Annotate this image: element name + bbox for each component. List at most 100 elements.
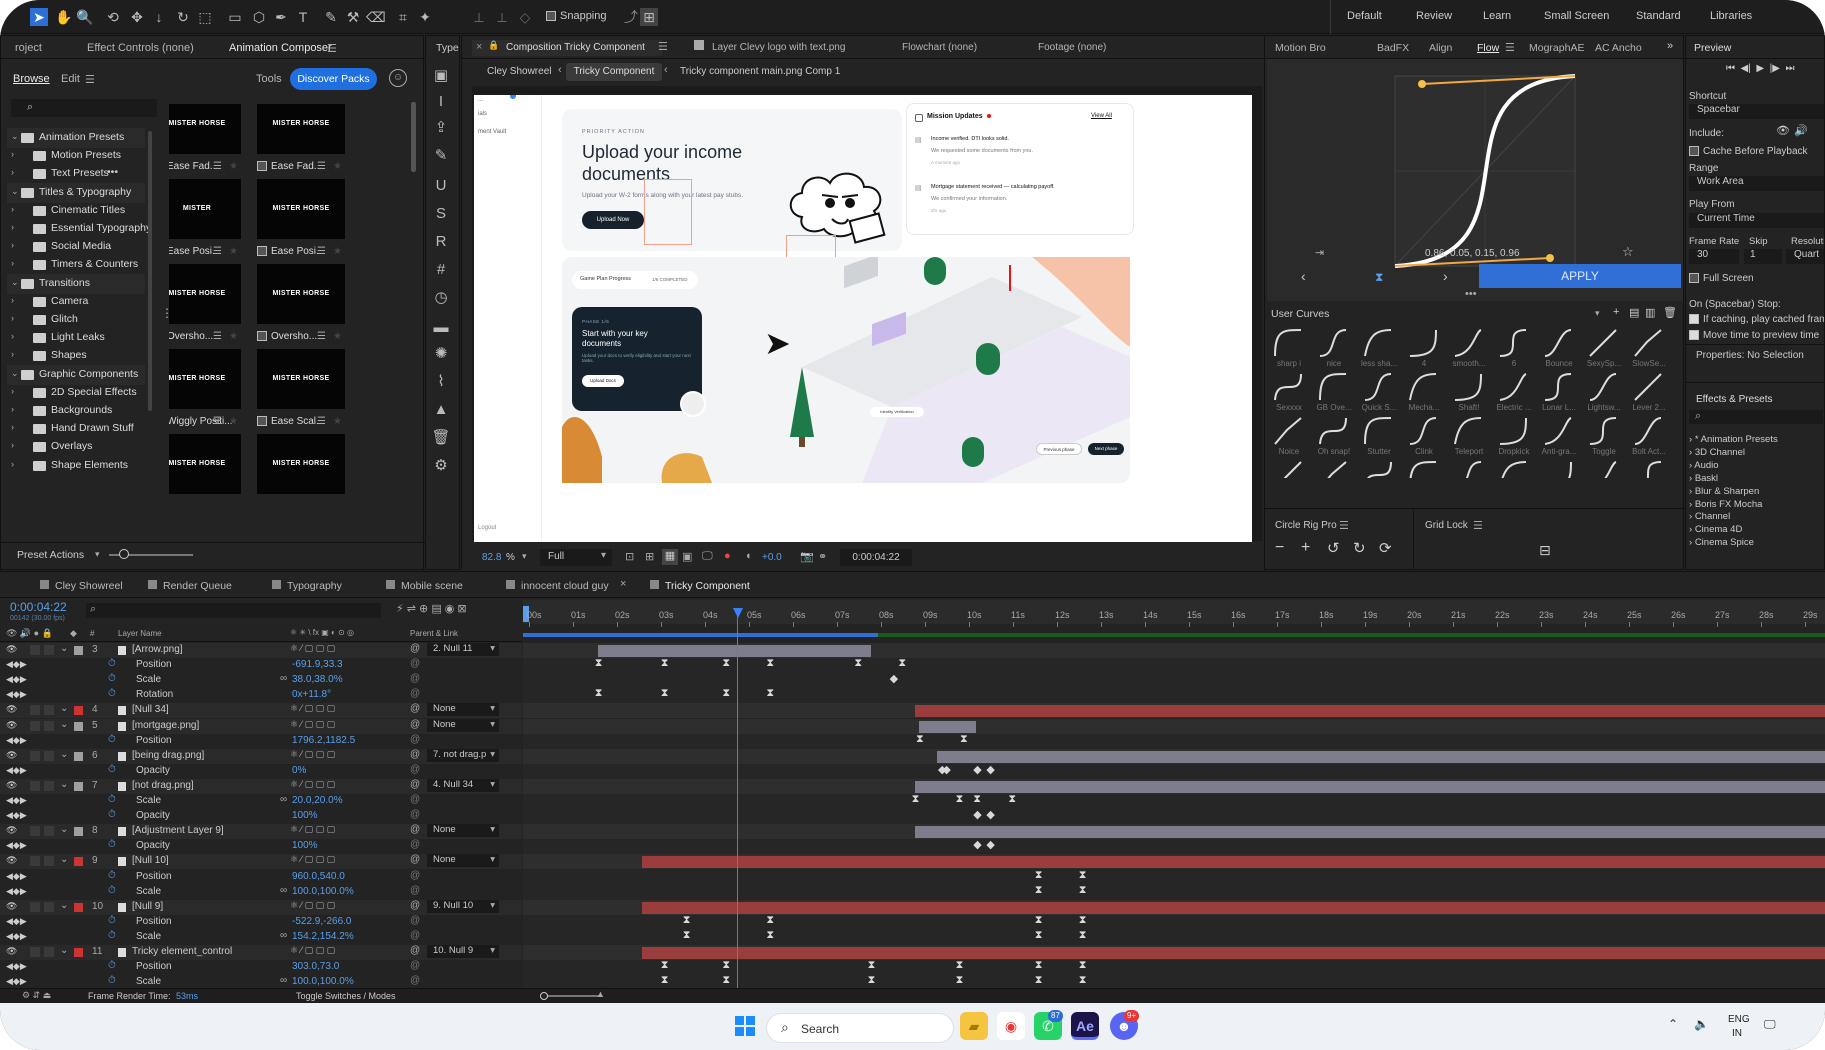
workspace-libraries[interactable]: Libraries [1710,10,1752,22]
panel-menu-icon[interactable]: ☰ [327,42,337,55]
layer-name[interactable]: [Null 10] [132,855,169,866]
visibility-eye-icon[interactable]: 👁 [6,750,17,761]
refresh-icon[interactable]: ⟳ [1379,539,1392,557]
star-icon[interactable]: ★ [333,416,342,427]
layer-switches-icons[interactable]: ⚛ ⁄ ▢ ▢ ▢ [290,749,335,760]
expression-pickwhip-icon[interactable]: @ [410,673,420,684]
timeline-tab[interactable]: innocent cloud guy [506,580,609,592]
curve-preset[interactable] [1449,460,1487,478]
axis-view-icon[interactable]: ◇ [516,8,534,26]
expression-pickwhip-icon[interactable]: @ [410,960,420,971]
expression-pickwhip-icon[interactable]: @ [410,975,420,986]
curve-preset[interactable] [1629,460,1667,478]
expression-pickwhip-icon[interactable]: @ [410,658,420,669]
expression-pickwhip-icon[interactable]: @ [410,930,420,941]
timeline-track[interactable]: ⧗ ⧗ ⧗ ⧗ [523,929,1825,945]
twirl-chevron-icon[interactable]: ⌄ [60,854,68,865]
timeline-track[interactable] [523,824,1825,840]
keyframe-icon[interactable]: ⧗ [722,959,730,972]
keyframe-icon[interactable]: ⧗ [661,974,669,987]
rotation-tool-icon[interactable]: ↻ [174,8,192,26]
curve-preset[interactable]: sharp i [1269,328,1307,368]
keyframe-icon[interactable]: ⧗ [868,959,876,972]
pickwhip-icon[interactable]: @ [410,900,420,911]
star-icon[interactable]: ★ [229,331,238,342]
keyframe-icon[interactable]: ⧗ [766,657,774,670]
timeline-property-row[interactable]: ◀◆▶ ⏱ Scale ∞ 38.0,38.0% @ [0,673,522,688]
layer-name[interactable]: Tricky element_control [132,946,232,957]
network-icon[interactable]: 🖵 [1764,1017,1776,1032]
cube-icon[interactable]: ⬡ [250,8,268,26]
stopwatch-icon[interactable]: ⏱ [108,658,116,669]
timeline-property-row[interactable]: ◀◆▶ ⏱ Opacity 0% @ [0,764,522,779]
chevron-icon[interactable]: › [11,313,14,323]
mask-icon[interactable]: ▣ [682,550,692,563]
layer-switches-icons[interactable]: ⚛ ⁄ ▢ ▢ ▢ [290,945,335,956]
twirl-chevron-icon[interactable]: ⌄ [60,779,68,790]
label-color-swatch[interactable] [74,781,83,791]
stopwatch-icon[interactable]: ⏱ [108,839,116,850]
layer-duration-bar[interactable] [597,645,871,657]
tab-animation-composer[interactable]: Animation Composer [229,42,332,54]
keyframe-icon[interactable]: ◆ [986,838,994,851]
timeline-layer-row[interactable]: 👁 ⌄ 7 [not drag.png] ⚛ ⁄ ▢ ▢ ▢ @4. Null 34 ▾ [0,778,522,794]
keyframe-nav-icon[interactable]: ◀◆▶ [6,735,27,746]
twirl-chevron-icon[interactable]: ⌄ [60,749,68,760]
expression-pickwhip-icon[interactable]: @ [410,764,420,775]
timeline-switches-icons[interactable]: ⚡ ⇌ ⊕ ▤ ◉ ⊠ [396,602,467,615]
preset-thumbnail[interactable]: MISTER HORSE [169,104,241,154]
timeline-track[interactable]: ⧗ ⧗ [523,733,1825,749]
stopwatch-icon[interactable]: ⏱ [108,809,116,820]
keyframe-icon[interactable]: ⧗ [722,687,730,700]
chevron-up-icon[interactable]: ⌃ [1668,1017,1678,1031]
more-icon[interactable]: ••• [1465,288,1477,300]
preset-tree-item[interactable]: › Motion Presets [7,146,145,166]
keyframe-icon[interactable]: ◆ [973,763,981,776]
timeline-track[interactable] [523,945,1825,960]
color-channel-icon[interactable]: ● [724,550,731,562]
parent-dropdown[interactable]: 4. Null 34 ▾ [427,778,499,792]
star-icon[interactable]: ★ [333,246,342,257]
workspace-review[interactable]: Review [1416,10,1452,22]
tab-project[interactable]: roject [15,42,42,54]
keyframe-nav-icon[interactable]: ◀◆▶ [6,795,27,806]
keyframe-nav-icon[interactable]: ◀◆▶ [6,810,27,821]
preset-thumbnail[interactable]: MISTER HORSE [257,179,345,239]
timeline-property-row[interactable]: ◀◆▶ ⏱ Position 1796.2,1182.5 @ [0,734,522,749]
chevron-icon[interactable]: ⌄ [11,277,19,288]
timeline-property-row[interactable]: ◀◆▶ ⏱ Position -522.9,-266.0 @ [0,915,522,930]
curve-preset[interactable]: 4 [1404,328,1442,368]
play-from-dropdown[interactable]: Current Time [1689,213,1824,228]
panel-menu-icon[interactable]: ☰ [1505,41,1515,54]
parent-dropdown[interactable]: None ▾ [427,854,499,868]
flow-tab[interactable]: AC Ancho [1595,42,1642,54]
breadcrumb-cley-showreel[interactable]: Cley Showreel [487,66,551,77]
constrain-link-icon[interactable]: ∞ [280,885,287,896]
add-icon[interactable]: + [1613,306,1619,318]
timeline-layer-row[interactable]: 👁 ⌄ 6 [being drag.png] ⚛ ⁄ ▢ ▢ ▢ @7. not drag… [0,748,522,764]
tab-flowchart[interactable]: Flowchart (none) [902,42,977,53]
keyframe-icon[interactable]: ⧗ [1079,869,1087,882]
stopwatch-icon[interactable]: ⏱ [108,975,116,986]
pan-behind-icon[interactable]: ⬚ [196,8,214,26]
text-cursor-icon[interactable]: I [431,92,451,112]
layer-switches-icons[interactable]: ⚛ ⁄ ▢ ▢ ▢ [290,719,335,730]
full-screen-checkbox[interactable]: Full Screen [1689,273,1754,284]
label-color-swatch[interactable] [74,706,83,716]
grid-lock-icon[interactable]: ⊟ [1539,542,1551,559]
layer-duration-bar[interactable] [914,780,1825,793]
keyframe-icon[interactable]: ⧗ [766,929,774,942]
label-color-swatch[interactable] [74,857,83,867]
stop-cache-checkbox[interactable]: If caching, play cached frame [1689,314,1824,325]
bezier-curve-graph[interactable] [1375,66,1595,276]
keyframe-icon[interactable]: ⧗ [722,974,730,987]
keyframe-icon[interactable]: ⧗ [595,657,603,670]
chevron-icon[interactable]: › [11,149,14,159]
upload-docs-button[interactable]: Upload Docs [582,375,624,387]
layer-name[interactable]: [Arrow.png] [132,644,183,655]
solo-switch[interactable] [30,750,40,761]
chevron-icon[interactable]: ⌄ [11,131,19,142]
keyframe-nav-icon[interactable]: ◀◆▶ [6,674,27,685]
shapes-icon[interactable]: ▲ [431,400,451,420]
keyframe-nav-icon[interactable]: ◀◆▶ [6,931,27,942]
